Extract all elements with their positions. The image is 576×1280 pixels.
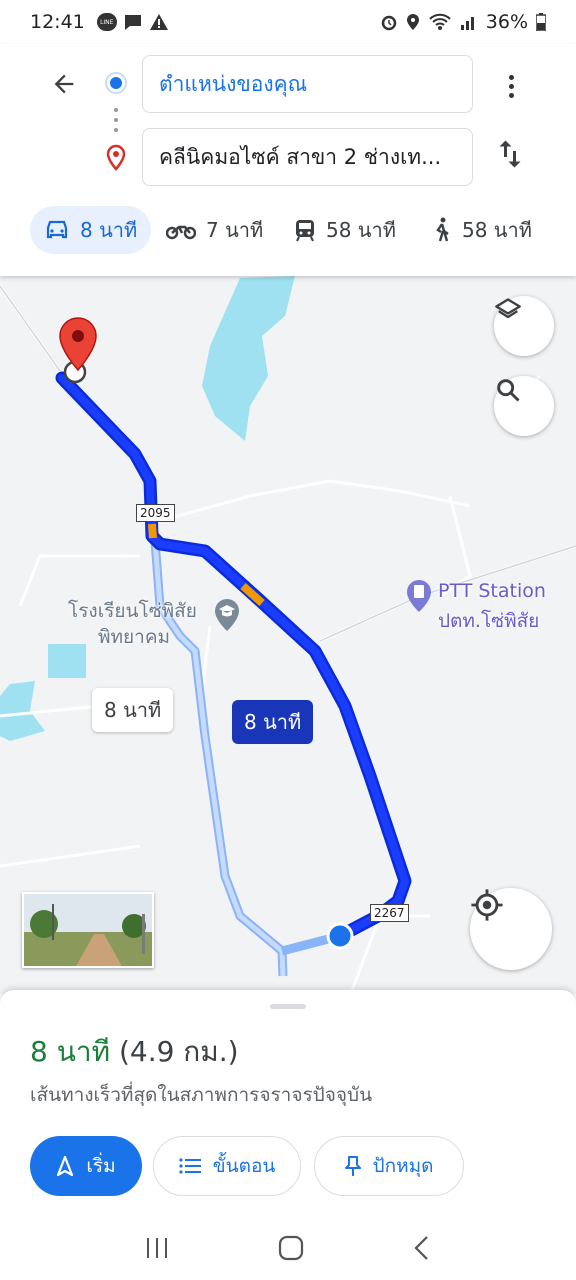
recent-apps-icon[interactable] bbox=[144, 1236, 170, 1260]
wifi-icon bbox=[429, 13, 451, 30]
system-nav-bar bbox=[0, 1216, 576, 1280]
battery-icon bbox=[536, 13, 546, 31]
warning-icon bbox=[149, 14, 168, 30]
origin-dot-icon bbox=[107, 74, 125, 92]
origin-field[interactable]: ตำแหน่งของคุณ bbox=[142, 55, 473, 113]
mode-motorcycle[interactable]: 7 นาที bbox=[166, 206, 263, 254]
arrow-back-icon bbox=[54, 74, 74, 94]
pin-label: ปักหมุด bbox=[372, 1155, 434, 1177]
chat-bubble-icon bbox=[124, 15, 141, 30]
mode-walk[interactable]: 58 นาที bbox=[432, 206, 532, 254]
status-time: 12:41 bbox=[30, 11, 85, 33]
route-summary: 8 นาที (4.9 กม.) bbox=[30, 1030, 239, 1074]
navigation-arrow-icon bbox=[57, 1156, 74, 1176]
motorcycle-icon bbox=[166, 225, 196, 240]
mode-car[interactable]: 8 นาที bbox=[30, 206, 152, 254]
steps-button[interactable]: ขั้นตอน bbox=[153, 1136, 301, 1196]
street-view-image bbox=[24, 894, 152, 966]
status-bar: 12:41 LINE 36% bbox=[0, 0, 576, 44]
destination-pin-icon bbox=[106, 144, 126, 171]
swap-vert-icon bbox=[499, 140, 521, 168]
list-icon bbox=[179, 1158, 201, 1174]
water-body bbox=[48, 644, 86, 678]
start-button[interactable]: เริ่ม bbox=[30, 1136, 142, 1196]
mode-motorcycle-label: 7 นาที bbox=[206, 218, 264, 242]
line-app-icon: LINE bbox=[96, 13, 117, 31]
current-location-dot bbox=[326, 922, 354, 950]
route-duration: 8 นาที bbox=[30, 1035, 111, 1068]
main-route bbox=[55, 371, 412, 943]
system-back-icon[interactable] bbox=[412, 1235, 432, 1261]
alarm-icon bbox=[381, 15, 397, 31]
battery-percent: 36% bbox=[485, 11, 528, 33]
steps-label: ขั้นตอน bbox=[212, 1155, 276, 1177]
destination-marker-icon bbox=[59, 317, 97, 372]
school-label-2: พิทยาคม bbox=[98, 626, 171, 648]
start-label: เริ่ม bbox=[86, 1155, 116, 1177]
water-body bbox=[202, 276, 295, 441]
route-summary-sheet: 8 นาที (4.9 กม.) เส้นทางเร็วที่สุดในสภาพ… bbox=[0, 990, 576, 1280]
signal-icon bbox=[460, 17, 474, 30]
home-icon[interactable] bbox=[278, 1235, 304, 1261]
sheet-drag-handle[interactable] bbox=[270, 1004, 306, 1009]
route-distance: (4.9 กม.) bbox=[118, 1035, 239, 1068]
connector-dots bbox=[114, 108, 118, 132]
traffic-segment bbox=[148, 523, 157, 539]
route-shield-2267: 2267 bbox=[370, 904, 409, 922]
search-along-route-button[interactable] bbox=[494, 376, 554, 436]
my-location-button[interactable] bbox=[470, 888, 552, 970]
back-button[interactable] bbox=[44, 64, 84, 104]
mode-transit-label: 58 นาที bbox=[326, 218, 396, 242]
walk-icon bbox=[436, 217, 449, 242]
transit-icon bbox=[296, 220, 314, 242]
alternate-route-time[interactable]: 8 นาที bbox=[92, 688, 174, 732]
map-view[interactable]: 2095 2267 โรงเรียนโซ่พิสัย พิทยาคม PTT S… bbox=[0, 276, 576, 994]
main-route-time[interactable]: 8 นาที bbox=[232, 700, 314, 744]
pushpin-icon bbox=[344, 1156, 361, 1176]
travel-modes: 8 นาที 7 นาที 58 นาที 58 นาที bbox=[0, 204, 576, 256]
search-icon bbox=[497, 379, 520, 402]
mode-walk-label: 58 นาที bbox=[462, 218, 532, 242]
mode-transit[interactable]: 58 นาที bbox=[294, 206, 396, 254]
street-view-thumbnail[interactable] bbox=[22, 892, 154, 968]
ptt-label-2: ปตท.โซ่พิสัย bbox=[438, 610, 540, 632]
directions-header: ตำแหน่งของคุณ คลีนิคมอไซค์ สาขา 2 ช่างเท… bbox=[0, 44, 576, 276]
crosshair-icon bbox=[471, 889, 503, 921]
mode-car-label: 8 นาที bbox=[80, 218, 138, 242]
car-icon bbox=[46, 220, 68, 239]
route-description: เส้นทางเร็วที่สุดในสภาพการจราจรปัจจุบัน bbox=[30, 1084, 373, 1106]
swap-button[interactable] bbox=[492, 136, 528, 176]
layers-icon bbox=[495, 298, 521, 319]
ptt-label-1: PTT Station bbox=[438, 580, 546, 602]
route-shield-2095: 2095 bbox=[136, 504, 175, 522]
layers-button[interactable] bbox=[494, 296, 554, 356]
pin-button[interactable]: ปักหมุด bbox=[314, 1136, 464, 1196]
location-icon bbox=[406, 14, 419, 30]
notification-icons: LINE bbox=[96, 13, 169, 31]
destination-field[interactable]: คลีนิคมอไซค์ สาขา 2 ช่างเท... bbox=[142, 128, 473, 186]
more-options-button[interactable] bbox=[496, 66, 526, 106]
